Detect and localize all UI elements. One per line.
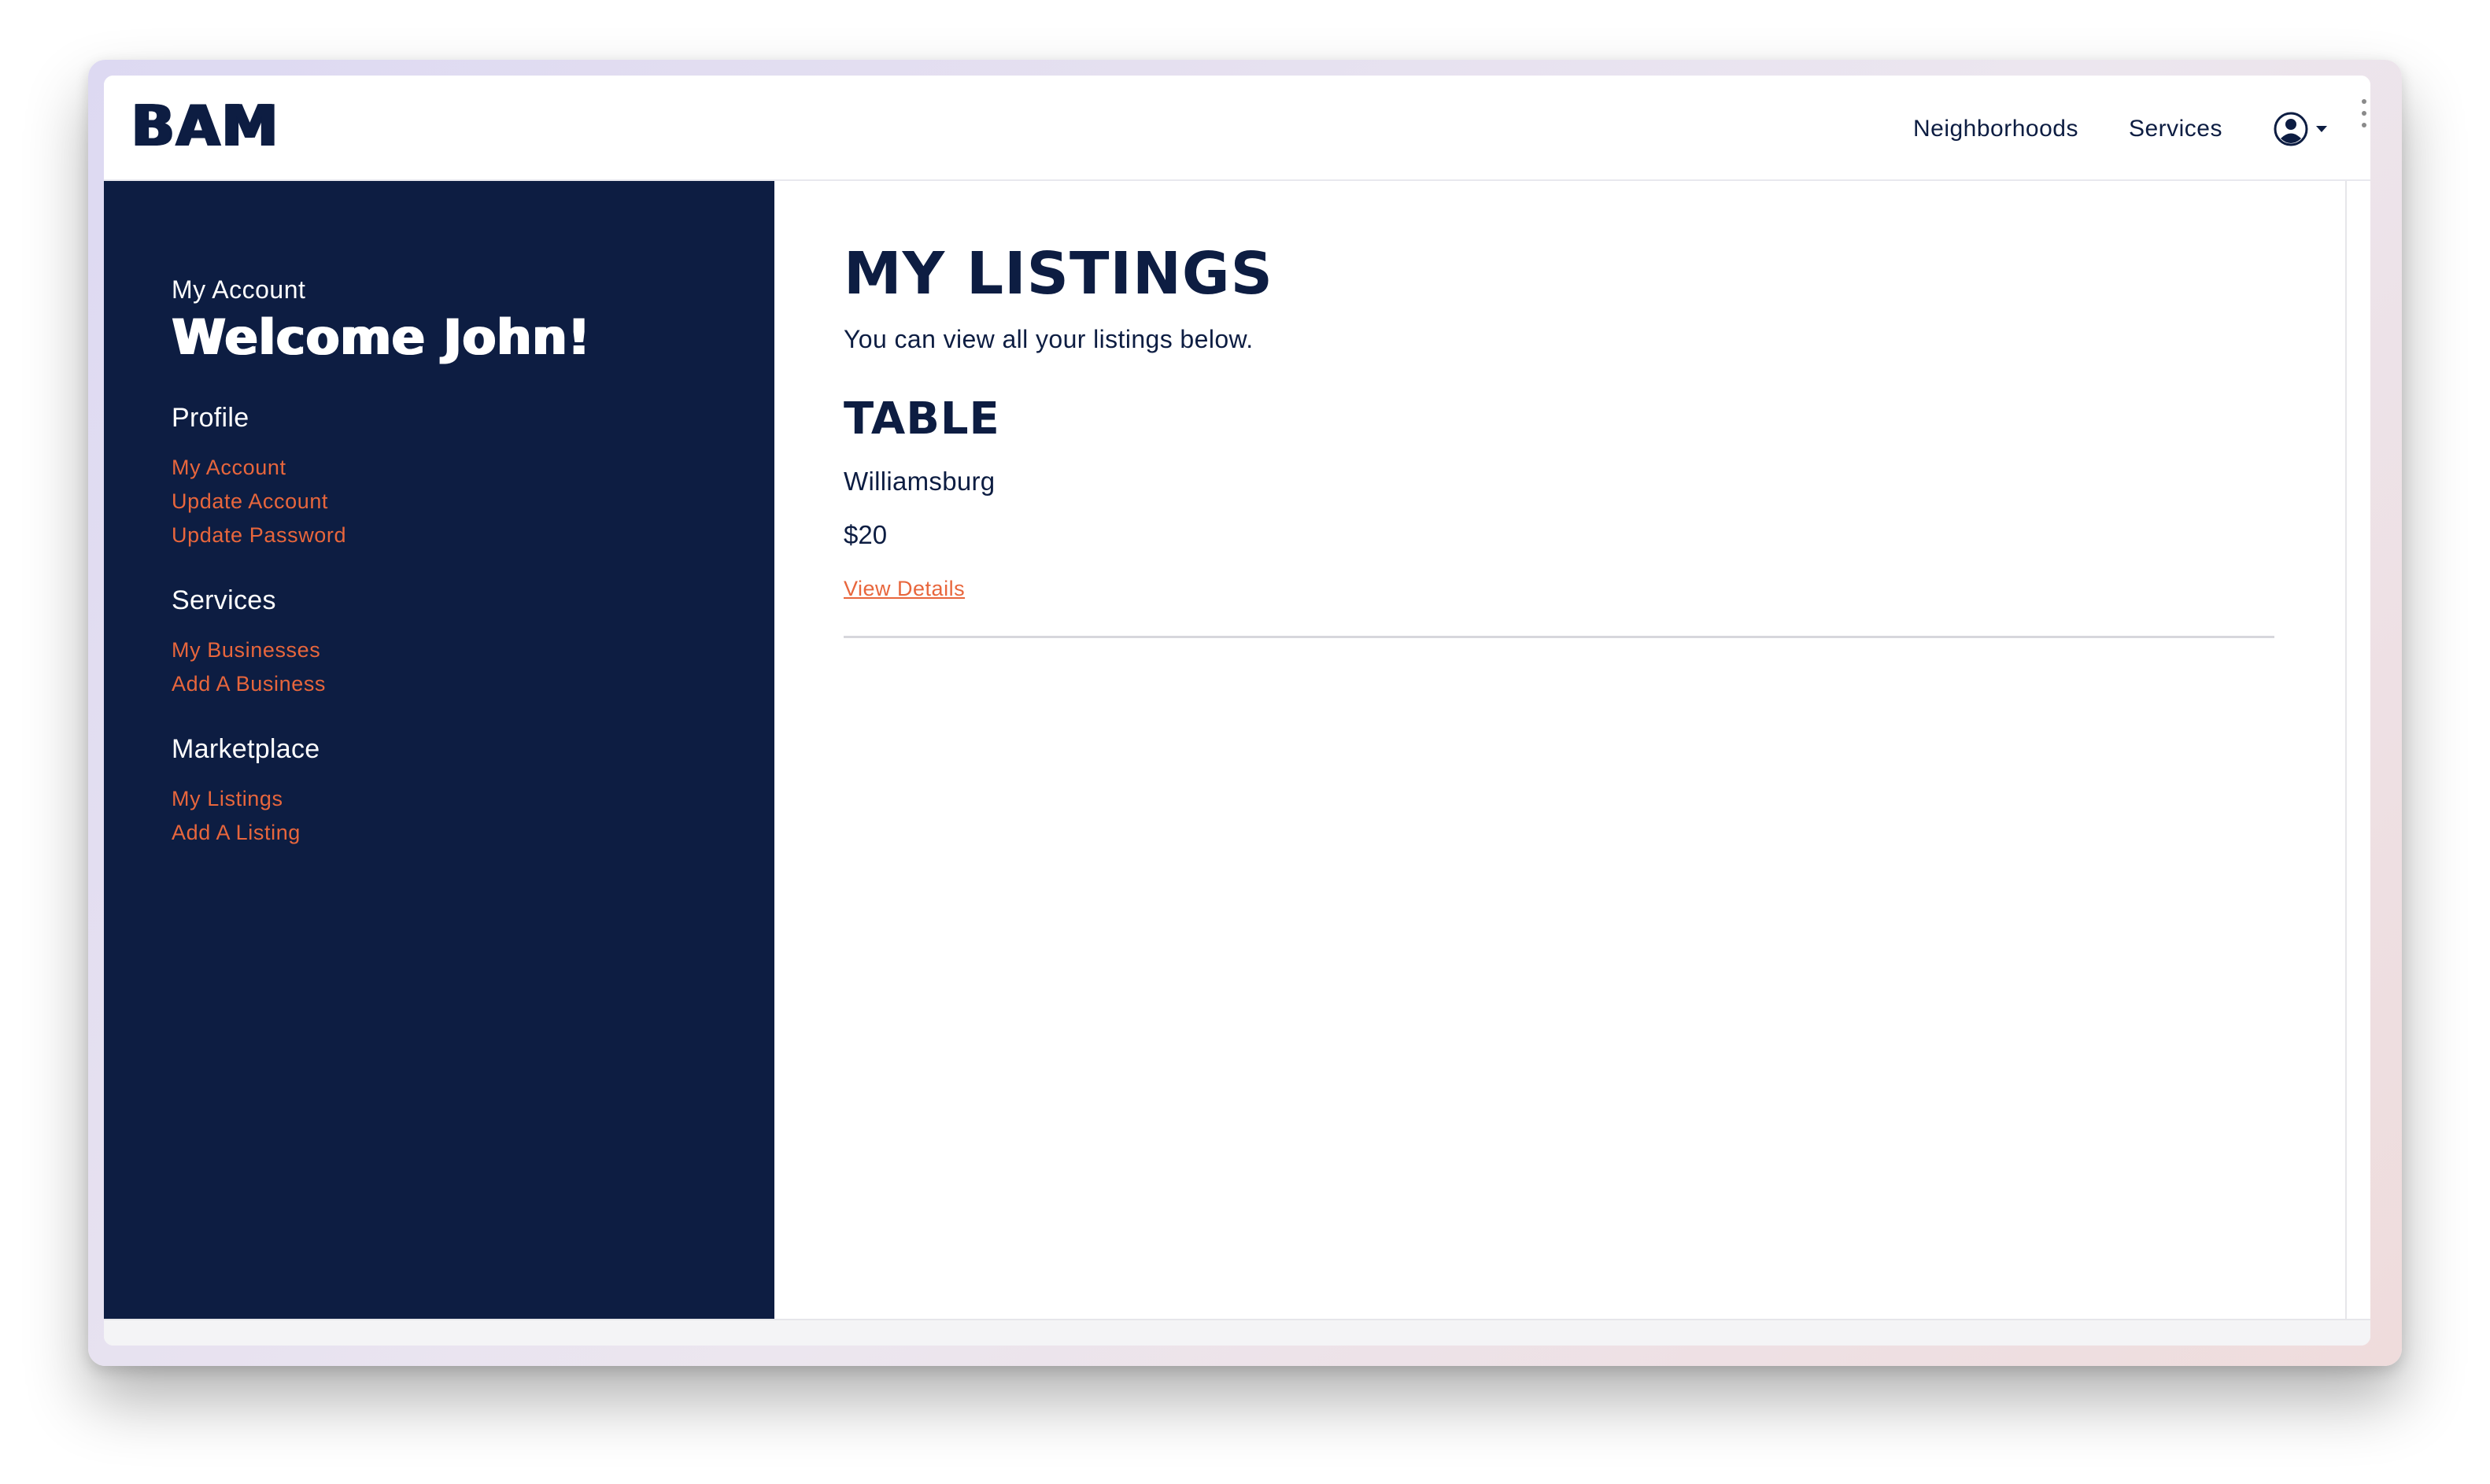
page-title: MY LISTINGS: [844, 240, 1273, 308]
user-circle-icon: [2273, 111, 2309, 147]
view-details-link[interactable]: View Details: [844, 577, 965, 601]
content-right-edge: [2345, 181, 2370, 1319]
main-content: MY LISTINGS You can view all your listin…: [774, 181, 2345, 1319]
sidebar-link-my-account[interactable]: My Account: [172, 451, 774, 485]
user-menu-button[interactable]: [2273, 111, 2328, 147]
sidebar-section-services: Services My Businesses Add A Business: [172, 585, 774, 701]
nav-link-services[interactable]: Services: [2129, 116, 2222, 142]
sidebar-link-update-account[interactable]: Update Account: [172, 485, 774, 519]
sidebar-link-my-businesses[interactable]: My Businesses: [172, 633, 774, 667]
sidebar-kicker: My Account: [172, 275, 306, 304]
welcome-heading: Welcome John!: [172, 308, 591, 366]
nav-link-neighborhoods[interactable]: Neighborhoods: [1913, 116, 2078, 142]
listing-price: $20: [844, 520, 888, 550]
listing-location: Williamsburg: [844, 467, 996, 497]
sidebar-section-profile: Profile My Account Update Account Update…: [172, 403, 774, 552]
sidebar-link-update-password[interactable]: Update Password: [172, 519, 774, 552]
caret-down-icon: [2315, 124, 2328, 134]
top-navbar: BAM Neighborhoods Services: [104, 76, 2370, 181]
resize-grip-icon[interactable]: [2361, 99, 2367, 127]
app-window: BAM Neighborhoods Services My Account We…: [104, 76, 2370, 1346]
bam-logo[interactable]: BAM: [131, 98, 279, 154]
window-bottom-strip: [104, 1319, 2370, 1346]
browser-frame: BAM Neighborhoods Services My Account We…: [88, 60, 2402, 1366]
sidebar-link-add-listing[interactable]: Add A Listing: [172, 816, 774, 850]
sidebar-link-my-listings[interactable]: My Listings: [172, 782, 774, 816]
sidebar-heading-marketplace: Marketplace: [172, 734, 320, 765]
listing-divider: [844, 636, 2274, 639]
sidebar-heading-services: Services: [172, 585, 276, 616]
nav-links: Neighborhoods Services: [1913, 104, 2328, 154]
page-subtitle: You can view all your listings below.: [844, 325, 1254, 354]
listing-card: TABLE Williamsburg $20 View Details: [844, 393, 2274, 639]
sidebar-heading-profile: Profile: [172, 403, 249, 434]
sidebar-section-marketplace: Marketplace My Listings Add A Listing: [172, 734, 774, 850]
sidebar-link-add-business[interactable]: Add A Business: [172, 667, 774, 701]
listing-title: TABLE: [844, 393, 1000, 445]
account-sidebar: My Account Welcome John! Profile My Acco…: [104, 181, 774, 1319]
